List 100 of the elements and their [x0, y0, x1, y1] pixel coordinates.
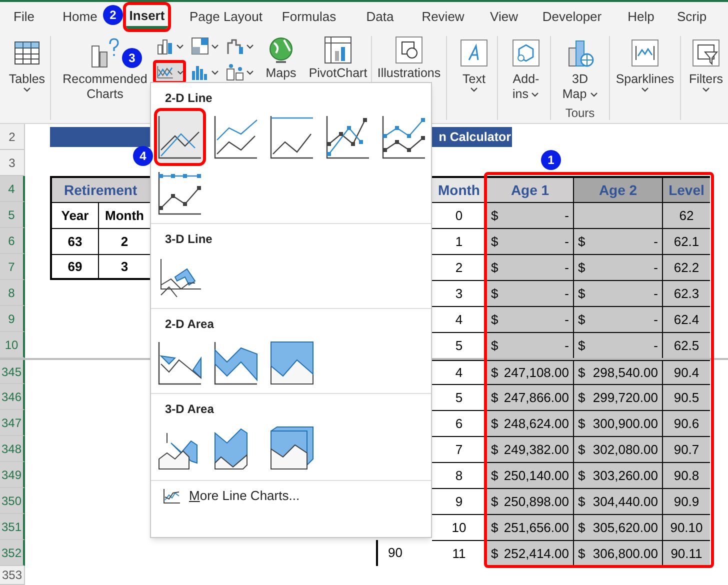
table-cell: $ 306,800.00	[573, 540, 662, 566]
chevron-down-icon	[176, 70, 184, 74]
ribbon-tab[interactable]: Insert	[126, 4, 168, 30]
row-header[interactable]: 3	[0, 150, 25, 176]
line-chart-icon	[269, 114, 315, 160]
row-header[interactable]: 6	[0, 228, 25, 254]
ribbon-button[interactable]: Add- ins	[502, 32, 550, 102]
row-header[interactable]: 4	[0, 176, 25, 202]
chevron-down-icon	[246, 44, 254, 48]
treemap-chart-icon	[190, 37, 209, 55]
row-header[interactable]: 5	[0, 202, 25, 228]
ribbon-button[interactable]: Illustrations	[372, 32, 446, 81]
chevron-down-icon	[210, 70, 219, 74]
ribbon-tab[interactable]: Page Layout	[186, 6, 266, 28]
column-header: Age 1	[486, 176, 573, 202]
row-header[interactable]: 2	[0, 124, 25, 150]
ribbon-tab[interactable]: View	[487, 6, 521, 28]
table-cell: $ -	[486, 228, 573, 254]
table-cell: $ 302,080.00	[573, 436, 662, 462]
table-cell: $ 248,624.00	[486, 410, 573, 436]
table-cell: 90.4	[662, 360, 710, 384]
chart-type-button[interactable]	[153, 60, 186, 84]
chevron-down-icon	[210, 44, 219, 48]
ribbon-tab[interactable]: Data	[363, 6, 397, 28]
table-cell: $ -	[573, 228, 662, 254]
row-header[interactable]: 345	[0, 360, 25, 384]
table-cell: 90.9	[662, 488, 710, 514]
row-header[interactable]: 353	[0, 566, 25, 585]
ribbon-button[interactable]: Text	[451, 32, 497, 92]
column-header: Year	[50, 202, 98, 228]
line-chart-icon	[163, 488, 181, 504]
row-header[interactable]: 7	[0, 254, 25, 280]
table-cell: $ 299,720.00	[573, 384, 662, 410]
add-ins-icon	[511, 38, 541, 68]
row-header[interactable]: 10	[0, 332, 25, 358]
step-badge: 4	[133, 146, 153, 166]
table-cell: $ -	[486, 280, 573, 306]
table-cell: $ -	[486, 306, 573, 332]
table-cell: $ 305,620.00	[573, 514, 662, 540]
ribbon-tab[interactable]: Formulas	[278, 6, 340, 28]
ribbon-tab[interactable]: Developer	[539, 6, 605, 28]
column-header: Age 2	[573, 176, 662, 202]
group-label: Tours	[565, 105, 595, 122]
row-header[interactable]: 9	[0, 306, 25, 332]
table-cell: 90.11	[662, 540, 710, 566]
table-cell: $ 250,898.00	[486, 488, 573, 514]
table-cell: $ -	[486, 332, 573, 358]
3d-area-chart-icon	[269, 425, 315, 471]
table-cell: $ -	[573, 280, 662, 306]
ribbon-button[interactable]: 3D Map	[555, 32, 605, 102]
row-header[interactable]: 350	[0, 488, 25, 514]
line-chart-icon	[156, 63, 175, 81]
area-chart-icon	[213, 340, 259, 386]
table-cell: 90.8	[662, 462, 710, 488]
table-cell: $ -	[486, 202, 573, 228]
table-cell: $ 247,108.00	[486, 360, 573, 384]
table-header: Retirement	[50, 176, 150, 202]
table-cell: 90.7	[662, 436, 710, 462]
chart-type-option[interactable]	[157, 111, 203, 163]
table-cell: 62	[662, 202, 710, 228]
ribbon-tab[interactable]: Home	[60, 6, 100, 28]
more-line-charts-link[interactable]: More Line Charts...	[163, 486, 300, 506]
table-cell: $ 247,866.00	[486, 384, 573, 410]
ribbon-button[interactable]: Maps	[257, 32, 305, 81]
chevron-down-icon	[246, 70, 254, 74]
filter-icon	[691, 38, 721, 68]
row-header[interactable]: 351	[0, 514, 25, 540]
row-header[interactable]: 8	[0, 280, 25, 306]
table-cell: 63	[50, 228, 98, 254]
table-cell: 62.2	[662, 254, 710, 280]
section-title: 2-D Area	[164, 316, 215, 333]
text-box-icon	[459, 38, 489, 68]
column-header: Month	[432, 176, 486, 202]
table-cell: 69	[50, 254, 98, 280]
row-header[interactable]: 349	[0, 462, 25, 488]
table-cell: 90.5	[662, 384, 710, 410]
row-header[interactable]: 346	[0, 384, 25, 410]
ribbon-tab[interactable]: Review	[418, 6, 468, 28]
table-cell: $ 303,260.00	[573, 462, 662, 488]
column-chart-icon	[156, 37, 174, 55]
section-title: 2-D Line	[164, 90, 214, 107]
table-cell: $ 298,540.00	[573, 360, 662, 384]
table-cell: 62.3	[662, 280, 710, 306]
row-header[interactable]: 352	[0, 540, 25, 566]
ribbon-button[interactable]: Tables	[4, 32, 50, 92]
ribbon-button[interactable]: Filters	[681, 32, 728, 92]
area-chart-icon	[269, 340, 315, 386]
ribbon-button[interactable]: Sparklines	[610, 32, 680, 92]
sparkline-icon	[630, 38, 660, 68]
ribbon-tab[interactable]: File	[10, 6, 38, 28]
chevron-down-icon	[176, 44, 184, 48]
line-markers-chart-icon	[325, 114, 371, 160]
table-cell: $ -	[573, 306, 662, 332]
shapes-icon	[394, 35, 424, 65]
row-header[interactable]: 347	[0, 410, 25, 436]
ribbon-button[interactable]: PivotChart	[305, 32, 371, 81]
ribbon-tab[interactable]: Scrip	[674, 6, 710, 28]
ribbon-tab[interactable]: Help	[624, 6, 658, 28]
row-header[interactable]: 348	[0, 436, 25, 462]
table-cell: $ -	[486, 254, 573, 280]
